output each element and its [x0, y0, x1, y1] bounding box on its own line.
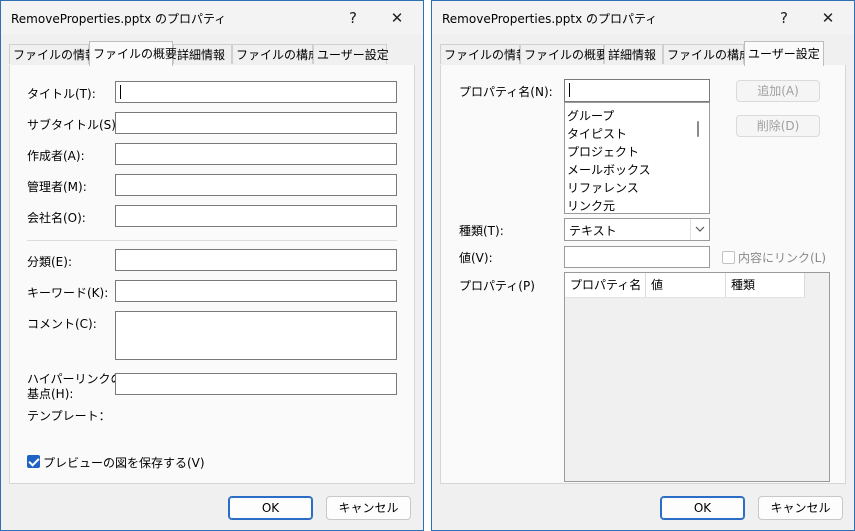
- tab-details[interactable]: 詳細情報: [173, 44, 232, 64]
- delete-button[interactable]: 削除(D): [736, 115, 820, 137]
- window-title: RemoveProperties.pptx のプロパティ: [11, 12, 227, 26]
- tab-summary[interactable]: ファイルの概要: [89, 41, 177, 66]
- add-button[interactable]: 追加(A): [736, 80, 820, 102]
- custom-panel: プロパティ名(N): グループ タイピスト プロジェクト メールボックス リファ…: [440, 65, 846, 484]
- value-field[interactable]: [564, 246, 710, 268]
- hyperlink-base-field[interactable]: [115, 373, 397, 395]
- list-item[interactable]: グループ: [567, 107, 614, 124]
- text-caret: [120, 85, 121, 99]
- scrollbar-thumb[interactable]: [697, 121, 699, 137]
- manager-label: 管理者(M):: [27, 180, 87, 194]
- link-content-checkbox[interactable]: [722, 251, 735, 264]
- template-label: テンプレート：: [27, 409, 111, 423]
- title-bar: RemoveProperties.pptx のプロパティ ? ✕: [1, 1, 423, 35]
- list-header: プロパティ名 値 種類: [565, 273, 805, 298]
- comments-field[interactable]: [115, 311, 397, 360]
- cancel-button[interactable]: キャンセル: [326, 496, 411, 520]
- title-label: タイトル(T):: [27, 87, 96, 101]
- manager-field[interactable]: [115, 174, 397, 196]
- tab-bar: ファイルの情報 ファイルの概要 詳細情報 ファイルの構成 ユーザー設定: [440, 41, 846, 66]
- title-bar: RemoveProperties.pptx のプロパティ ? ✕: [432, 1, 854, 35]
- save-preview-checkbox[interactable]: [27, 455, 40, 468]
- tab-summary[interactable]: ファイルの概要: [520, 44, 608, 64]
- title-field[interactable]: [115, 81, 397, 103]
- type-select-value: テキスト: [569, 224, 617, 238]
- link-content-label: 内容にリンク(L): [738, 251, 827, 265]
- property-name-list[interactable]: グループ タイピスト プロジェクト メールボックス リファレンス リンク元: [564, 102, 710, 214]
- ok-button[interactable]: OK: [660, 496, 745, 520]
- tab-bar: ファイルの情報 ファイルの概要 詳細情報 ファイルの構成 ユーザー設定: [9, 41, 415, 66]
- value-label: 値(V):: [459, 251, 493, 265]
- tab-custom[interactable]: ユーザー設定: [313, 44, 389, 64]
- keywords-field[interactable]: [115, 280, 397, 302]
- summary-panel: タイトル(T): サブタイトル(S): 作成者(A): 管理者(M): 会社名(…: [9, 65, 415, 484]
- category-field[interactable]: [115, 249, 397, 271]
- chevron-down-icon[interactable]: [690, 219, 709, 240]
- category-label: 分類(E):: [27, 255, 72, 269]
- author-field[interactable]: [115, 143, 397, 165]
- tab-file-info[interactable]: ファイルの情報: [440, 44, 528, 64]
- comments-label: コメント(C):: [27, 317, 97, 331]
- property-name-input[interactable]: [564, 79, 710, 102]
- properties-dialog-custom: RemoveProperties.pptx のプロパティ ? ✕ ファイルの情報…: [431, 0, 855, 531]
- list-item[interactable]: プロジェクト: [567, 143, 639, 160]
- company-label: 会社名(O):: [27, 211, 86, 225]
- property-name-label: プロパティ名(N):: [459, 85, 553, 99]
- properties-list[interactable]: プロパティ名 値 種類: [564, 272, 830, 482]
- subtitle-field[interactable]: [115, 112, 397, 134]
- text-caret: [569, 83, 570, 97]
- help-button[interactable]: ?: [341, 7, 365, 29]
- tab-custom[interactable]: ユーザー設定: [744, 41, 824, 66]
- tab-file-info[interactable]: ファイルの情報: [9, 44, 97, 64]
- type-select[interactable]: テキスト: [564, 218, 710, 241]
- company-field[interactable]: [115, 205, 397, 227]
- properties-dialog-summary: RemoveProperties.pptx のプロパティ ? ✕ ファイルの情報…: [0, 0, 424, 531]
- list-item[interactable]: タイピスト: [567, 125, 627, 142]
- tab-contents[interactable]: ファイルの構成: [663, 44, 751, 64]
- save-preview-label[interactable]: プレビューの図を保存する(V): [43, 454, 205, 471]
- column-header-type[interactable]: 種類: [726, 273, 805, 297]
- subtitle-label: サブタイトル(S):: [27, 118, 121, 132]
- help-button[interactable]: ?: [772, 7, 796, 29]
- cancel-button[interactable]: キャンセル: [758, 496, 843, 520]
- divider: [27, 240, 397, 241]
- keywords-label: キーワード(K):: [27, 286, 109, 300]
- close-icon[interactable]: ✕: [816, 7, 840, 29]
- properties-label: プロパティ(P): [459, 279, 535, 293]
- type-label: 種類(T):: [459, 224, 504, 238]
- ok-button[interactable]: OK: [228, 496, 313, 520]
- column-header-name[interactable]: プロパティ名: [565, 273, 646, 297]
- list-item[interactable]: リファレンス: [567, 179, 639, 196]
- list-item[interactable]: メールボックス: [567, 161, 651, 178]
- hyperlink-label-line2: 基点(H):: [27, 387, 74, 401]
- author-label: 作成者(A):: [27, 149, 85, 163]
- column-header-value[interactable]: 値: [646, 273, 726, 297]
- tab-details[interactable]: 詳細情報: [604, 44, 663, 64]
- list-item[interactable]: リンク元: [567, 197, 615, 213]
- close-icon[interactable]: ✕: [385, 7, 409, 29]
- window-title: RemoveProperties.pptx のプロパティ: [442, 12, 658, 26]
- tab-contents[interactable]: ファイルの構成: [232, 44, 320, 64]
